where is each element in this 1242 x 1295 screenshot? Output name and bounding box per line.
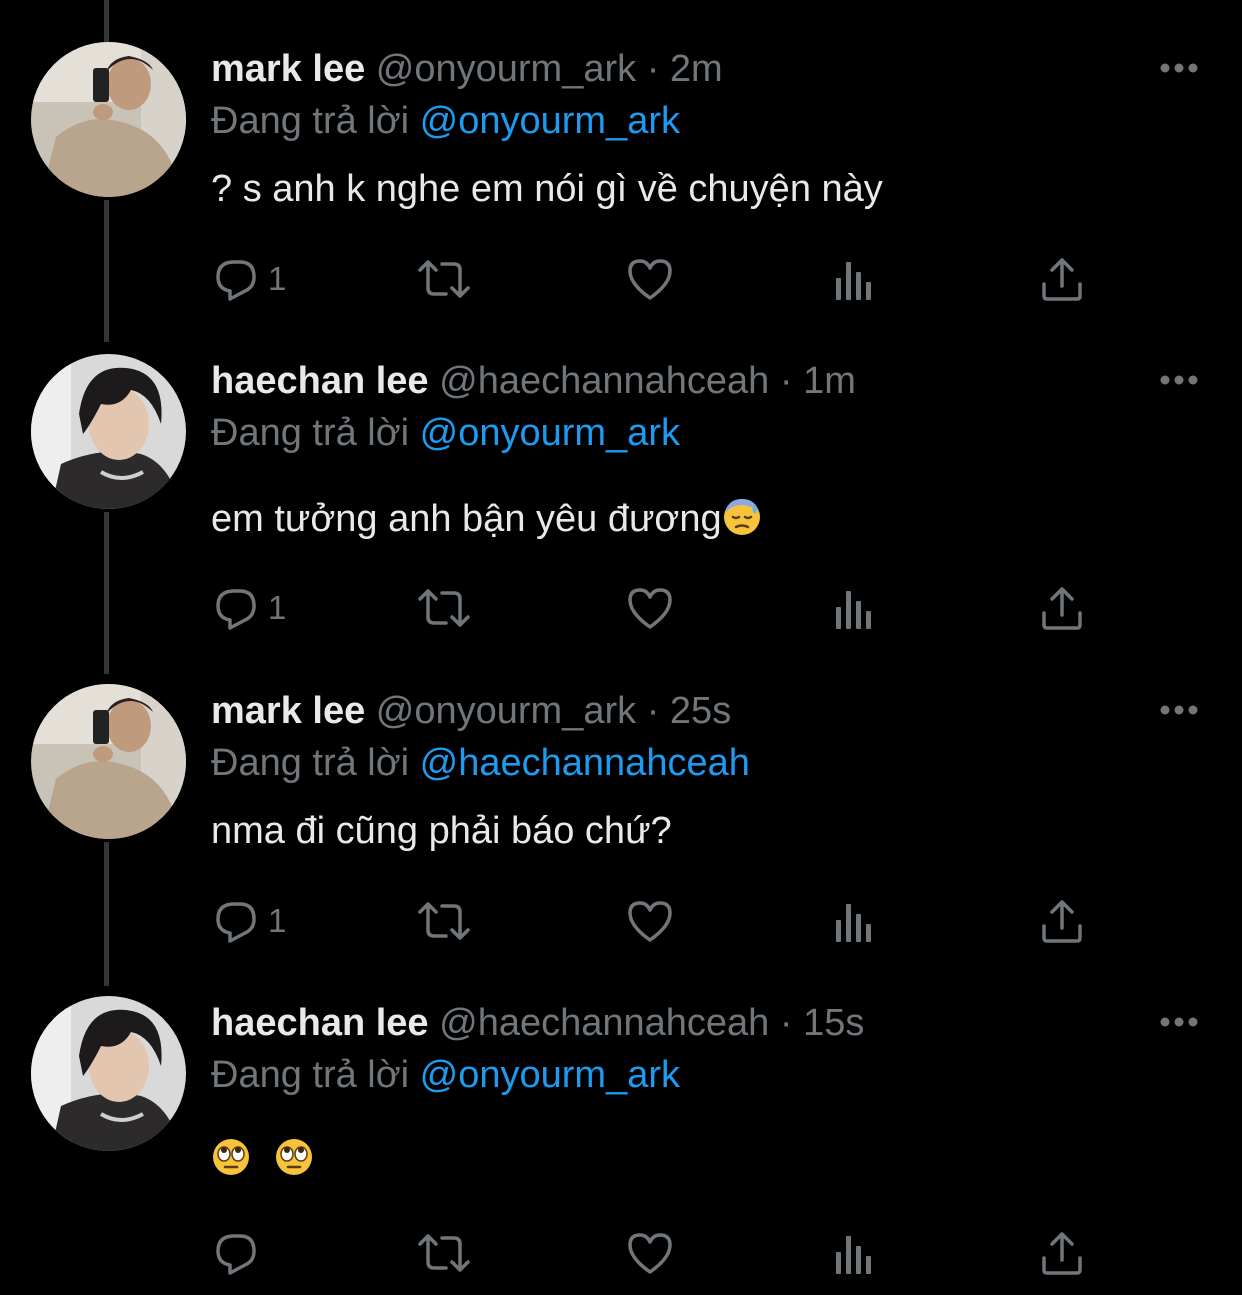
share-icon <box>1040 898 1084 944</box>
replying-to-label: Đang trả lời <box>211 412 410 454</box>
replying-to-handle[interactable]: @onyourm_ark <box>420 100 680 142</box>
avatar[interactable] <box>31 354 186 509</box>
reply-button[interactable] <box>214 1228 268 1278</box>
heart-icon <box>626 898 674 944</box>
avatar[interactable] <box>31 42 186 197</box>
replying-to-label: Đang trả lời <box>211 742 410 784</box>
display-name[interactable]: mark lee <box>211 48 365 90</box>
share-icon <box>1040 1230 1084 1276</box>
tweet-header: mark lee @onyourm_ark · 2m <box>211 46 723 92</box>
display-name[interactable]: mark lee <box>211 690 365 732</box>
tweet-text-content: nma đi cũng phải báo chứ? <box>211 810 672 852</box>
more-icon[interactable] <box>1158 700 1200 720</box>
more-icon[interactable] <box>1158 58 1200 78</box>
views-icon <box>834 898 878 944</box>
tweet-text <box>211 1136 314 1188</box>
reply-icon <box>214 898 260 944</box>
avatar[interactable] <box>31 684 186 839</box>
replying-to: Đang trả lời @onyourm_ark <box>211 410 680 456</box>
heart-icon <box>626 1230 674 1276</box>
timestamp[interactable]: 1m <box>803 360 856 402</box>
avatar[interactable] <box>31 996 186 1151</box>
separator: · <box>779 360 793 402</box>
more-icon[interactable] <box>1158 1012 1200 1032</box>
tweet-text-content: ? s anh k nghe em nói gì về chuyện này <box>211 168 883 210</box>
more-icon[interactable] <box>1158 370 1200 390</box>
display-name[interactable]: haechan lee <box>211 360 429 402</box>
share-button[interactable] <box>1040 1228 1084 1278</box>
retweet-icon <box>416 585 472 631</box>
views-icon <box>834 585 878 631</box>
views-button[interactable] <box>834 583 878 633</box>
separator: · <box>646 690 660 732</box>
reply-icon <box>214 585 260 631</box>
tweet[interactable]: haechan lee @haechannahceah · 15s Đang t… <box>0 972 1242 1295</box>
views-icon <box>834 1230 878 1276</box>
tweet-text-content: em tưởng anh bận yêu đương <box>211 498 722 540</box>
like-button[interactable] <box>626 583 674 633</box>
separator: · <box>779 1002 793 1044</box>
tweet-text: em tưởng anh bận yêu đương <box>211 496 762 548</box>
tweet-text: ? s anh k nghe em nói gì về chuyện này <box>211 166 883 212</box>
display-name[interactable]: haechan lee <box>211 1002 429 1044</box>
like-button[interactable] <box>626 254 674 304</box>
heart-icon <box>626 585 674 631</box>
replying-to-handle[interactable]: @haechannahceah <box>420 742 750 784</box>
retweet-icon <box>416 898 472 944</box>
tweet[interactable]: haechan lee @haechannahceah · 1m Đang tr… <box>0 330 1242 660</box>
reply-button[interactable]: 1 <box>214 583 286 633</box>
replying-to-label: Đang trả lời <box>211 1054 410 1096</box>
share-button[interactable] <box>1040 896 1084 946</box>
replying-to: Đang trả lời @onyourm_ark <box>211 98 680 144</box>
tweet-header: haechan lee @haechannahceah · 15s <box>211 1000 864 1046</box>
user-handle[interactable]: @onyourm_ark <box>376 48 636 90</box>
reply-button[interactable]: 1 <box>214 254 286 304</box>
share-icon <box>1040 256 1084 302</box>
retweet-button[interactable] <box>416 254 472 304</box>
user-handle[interactable]: @haechannahceah <box>439 360 769 402</box>
separator: · <box>646 48 660 90</box>
retweet-icon <box>416 256 472 302</box>
timestamp[interactable]: 2m <box>670 48 723 90</box>
views-button[interactable] <box>834 896 878 946</box>
heart-icon <box>626 256 674 302</box>
timestamp[interactable]: 25s <box>670 690 731 732</box>
views-button[interactable] <box>834 1228 878 1278</box>
views-button[interactable] <box>834 254 878 304</box>
user-handle[interactable]: @haechannahceah <box>439 1002 769 1044</box>
downcast-face-with-sweat-emoji <box>722 497 762 548</box>
retweet-button[interactable] <box>416 583 472 633</box>
retweet-icon <box>416 1230 472 1276</box>
views-icon <box>834 256 878 302</box>
reply-count: 1 <box>268 902 287 939</box>
share-icon <box>1040 585 1084 631</box>
tweet-header: mark lee @onyourm_ark · 25s <box>211 688 731 734</box>
replying-to-handle[interactable]: @onyourm_ark <box>420 412 680 454</box>
retweet-button[interactable] <box>416 896 472 946</box>
replying-to: Đang trả lời @haechannahceah <box>211 740 750 786</box>
tweet-text: nma đi cũng phải báo chứ? <box>211 808 672 854</box>
reply-button[interactable]: 1 <box>214 896 286 946</box>
face-with-rolling-eyes-emoji <box>274 1137 314 1188</box>
share-button[interactable] <box>1040 254 1084 304</box>
replying-to: Đang trả lời @onyourm_ark <box>211 1052 680 1098</box>
tweet-header: haechan lee @haechannahceah · 1m <box>211 358 856 404</box>
like-button[interactable] <box>626 1228 674 1278</box>
replying-to-handle[interactable]: @onyourm_ark <box>420 1054 680 1096</box>
timestamp[interactable]: 15s <box>803 1002 864 1044</box>
reply-icon <box>214 1230 260 1276</box>
face-with-rolling-eyes-emoji <box>211 1137 251 1188</box>
reply-icon <box>214 256 260 302</box>
retweet-button[interactable] <box>416 1228 472 1278</box>
share-button[interactable] <box>1040 583 1084 633</box>
user-handle[interactable]: @onyourm_ark <box>376 690 636 732</box>
reply-count: 1 <box>268 589 287 626</box>
reply-count: 1 <box>268 260 287 297</box>
like-button[interactable] <box>626 896 674 946</box>
tweet[interactable]: mark lee @onyourm_ark · 2m Đang trả lời … <box>0 0 1242 330</box>
replying-to-label: Đang trả lời <box>211 100 410 142</box>
tweet[interactable]: mark lee @onyourm_ark · 25s Đang trả lời… <box>0 660 1242 990</box>
